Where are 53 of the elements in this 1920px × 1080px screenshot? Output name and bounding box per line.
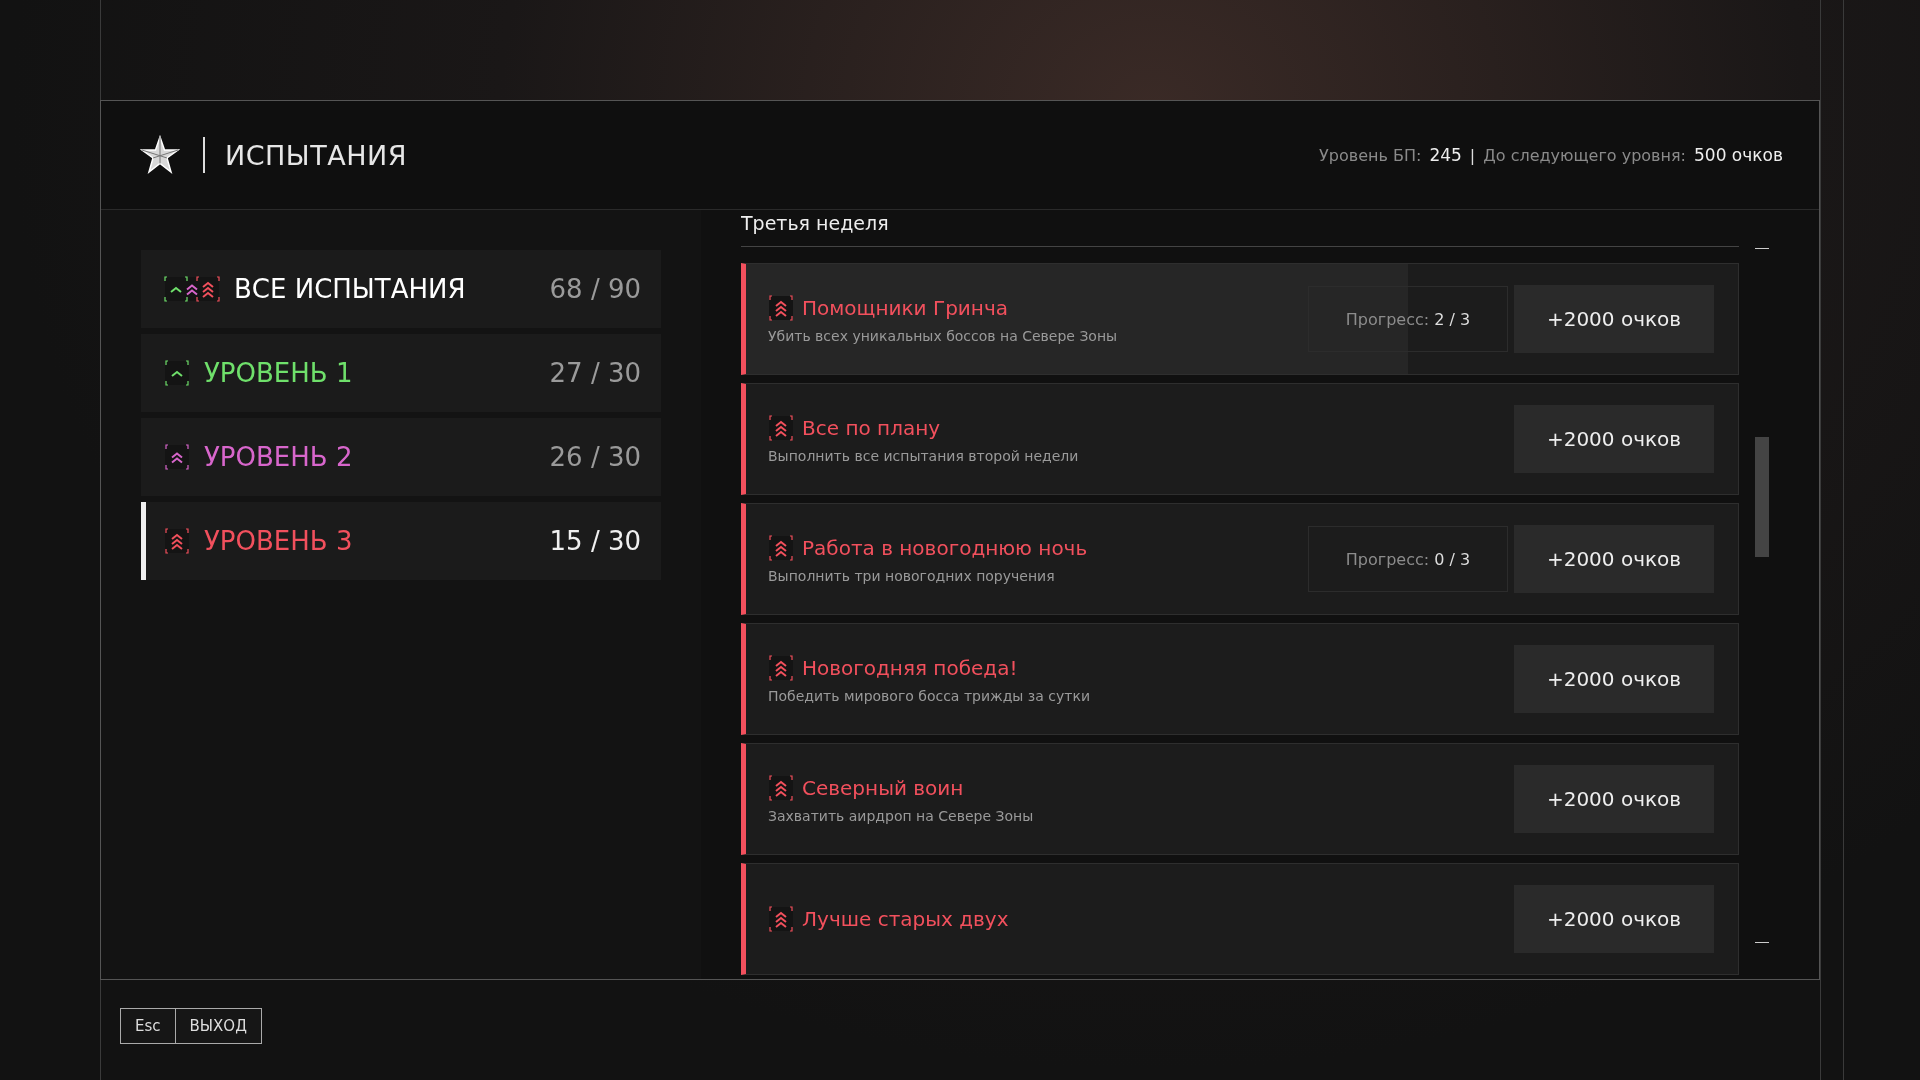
category-tab[interactable]: УРОВЕНЬ 2 26 / 30 [141, 418, 661, 496]
category-tab[interactable]: УРОВЕНЬ 3 15 / 30 [141, 502, 661, 580]
bp-level-label: Уровень БП: [1319, 146, 1422, 165]
reward-button[interactable]: +2000 очков [1514, 645, 1714, 713]
category-label: УРОВЕНЬ 3 [204, 526, 353, 556]
key-hint: Esc [121, 1009, 176, 1043]
reward-button[interactable]: +2000 очков [1514, 405, 1714, 473]
rank-icon [164, 527, 190, 555]
section-title: Третья неделя [741, 210, 1739, 247]
next-level-label: До следующего уровня: [1483, 146, 1686, 165]
exit-label: ВЫХОД [188, 1017, 248, 1035]
reward-button[interactable]: +2000 очков [1514, 885, 1714, 953]
bp-level-value: 245 [1429, 145, 1462, 165]
category-tab[interactable]: ВСЕ ИСПЫТАНИЯ 68 / 90 [141, 250, 661, 328]
rank-icon [164, 275, 220, 303]
reward-button[interactable]: +2000 очков [1514, 525, 1714, 593]
challenge-description: Убить всех уникальных боссов на Севере Зоны [768, 328, 1119, 344]
progress-box: Прогресс: 0 / 3 [1308, 526, 1508, 592]
page-title: ИСПЫТАНИЯ [225, 139, 407, 171]
challenge-description: Захватить аирдроп на Севере Зоны [768, 808, 1035, 824]
rank-icon [768, 654, 794, 682]
category-count: 15 / 30 [549, 526, 641, 556]
rank-icon [768, 534, 794, 562]
category-label: УРОВЕНЬ 1 [204, 358, 353, 388]
challenge-description: Победить мирового босса трижды за сутки [768, 688, 1091, 704]
exit-button[interactable]: Esc ВЫХОД [120, 1008, 262, 1044]
category-count: 68 / 90 [549, 274, 641, 304]
reward-button[interactable]: +2000 очков [1514, 285, 1714, 353]
challenge-title: Помощники Гринча [802, 296, 1008, 320]
challenge-title: Новогодняя победа! [802, 656, 1018, 680]
category-label: ВСЕ ИСПЫТАНИЯ [234, 274, 466, 304]
category-tab[interactable]: УРОВЕНЬ 1 27 / 30 [141, 334, 661, 412]
progress-box: Прогресс: 2 / 3 [1308, 286, 1508, 352]
challenge-title: Северный воин [802, 776, 964, 800]
challenge-title: Работа в новогоднюю ночь [802, 536, 1088, 560]
rank-icon [768, 414, 794, 442]
rank-icon [164, 443, 190, 471]
separator-text: | [1469, 146, 1476, 165]
category-label: УРОВЕНЬ 2 [204, 442, 353, 472]
next-level-value: 500 очков [1694, 145, 1783, 165]
category-count: 26 / 30 [549, 442, 641, 472]
rank-icon [768, 774, 794, 802]
scrollbar[interactable] [1755, 248, 1769, 943]
challenge-description: Выполнить все испытания второй недели [768, 448, 1080, 464]
challenge-description: Выполнить три новогодних поручения [768, 568, 1056, 584]
reward-button[interactable]: +2000 очков [1514, 765, 1714, 833]
rank-icon [164, 359, 190, 387]
challenge-title: Все по плану [802, 416, 941, 440]
rank-icon [768, 905, 794, 933]
category-count: 27 / 30 [549, 358, 641, 388]
challenge-title: Лучше старых двух [802, 907, 1009, 931]
rank-icon [768, 294, 794, 322]
star-logo-icon [139, 134, 181, 176]
